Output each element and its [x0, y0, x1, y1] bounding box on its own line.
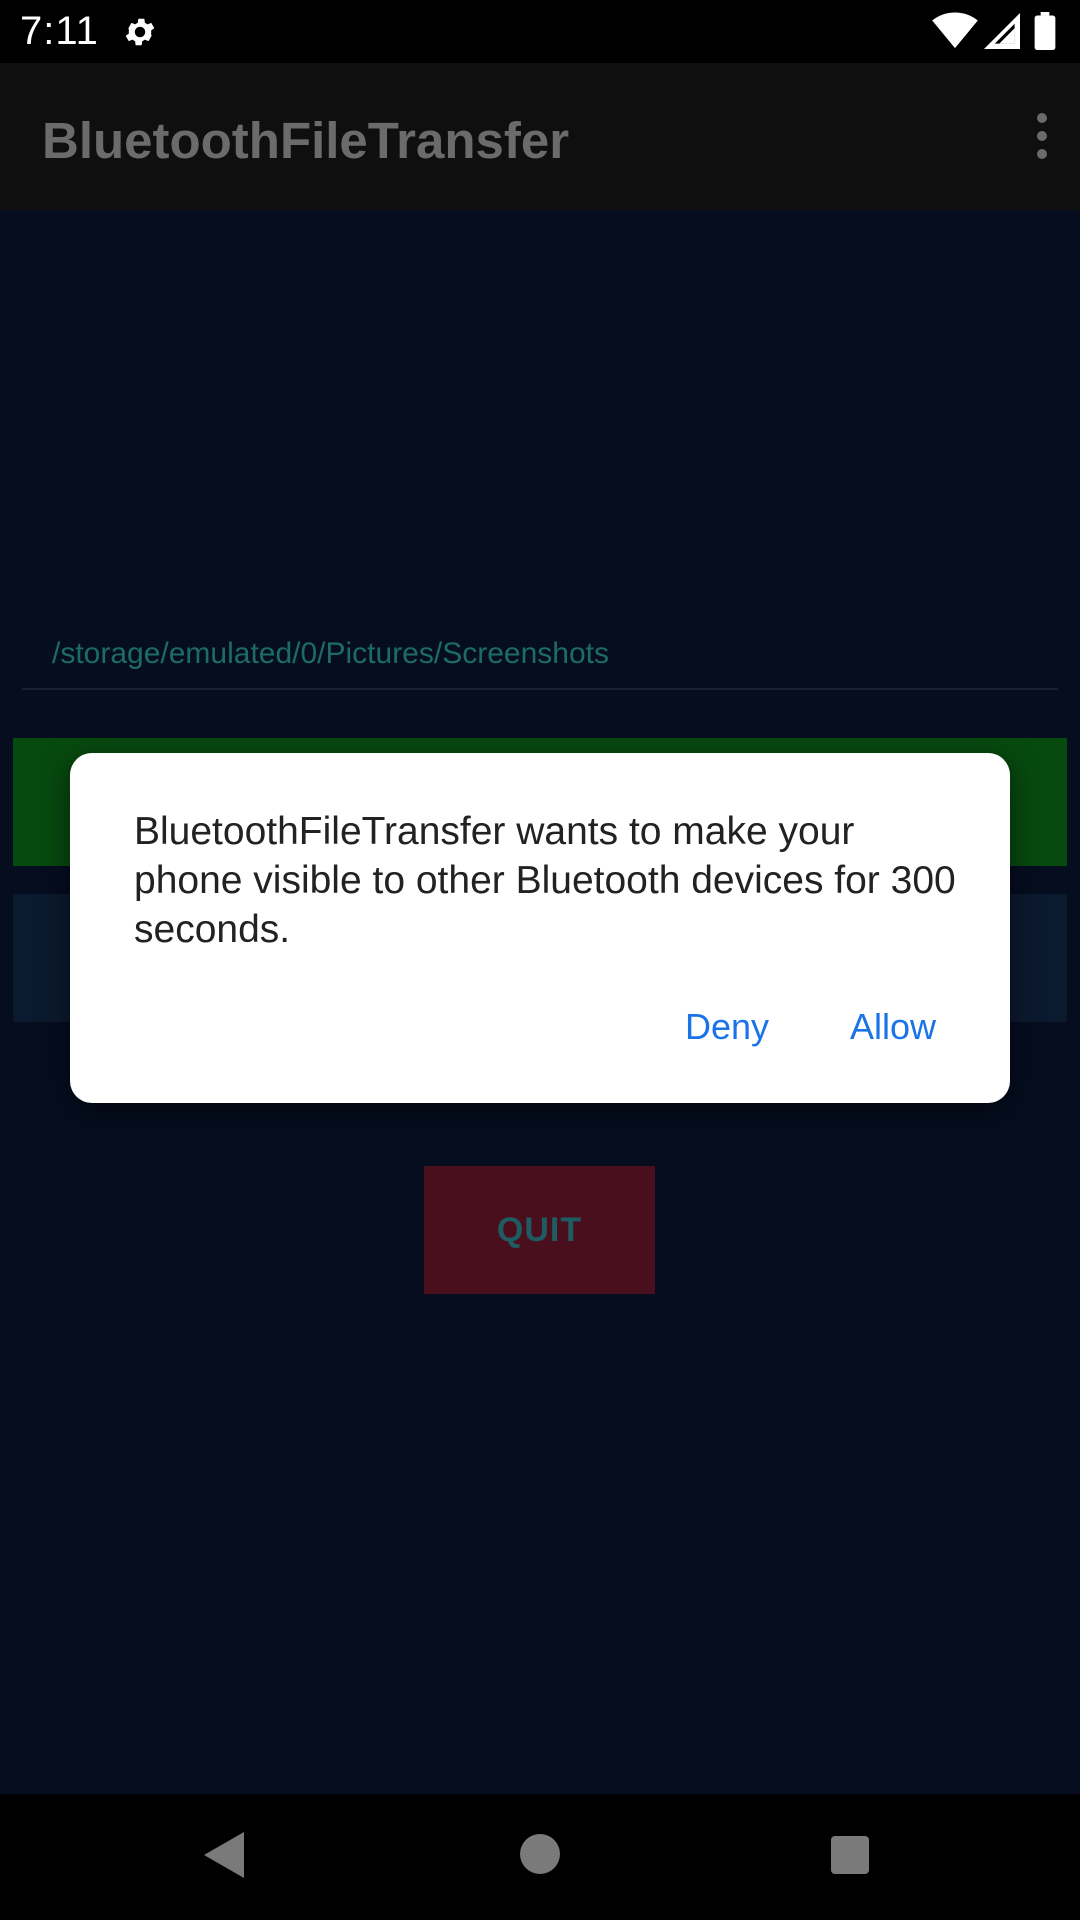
app-bar: BluetoothFileTransfer: [0, 63, 1080, 210]
home-icon[interactable]: [520, 1834, 560, 1874]
allow-button[interactable]: Allow: [850, 1005, 936, 1049]
file-path-field[interactable]: /storage/emulated/0/Pictures/Screenshots: [22, 622, 1058, 690]
quit-button[interactable]: QUIT: [424, 1166, 655, 1294]
app-title: BluetoothFileTransfer: [42, 112, 570, 169]
overflow-menu-icon[interactable]: [1030, 113, 1054, 159]
battery-icon: [1034, 12, 1056, 50]
status-bar: 7:11: [0, 0, 1080, 63]
deny-button[interactable]: Deny: [685, 1005, 769, 1049]
wifi-icon: [932, 12, 978, 49]
status-time: 7:11: [20, 9, 99, 53]
bluetooth-visibility-dialog: BluetoothFileTransfer wants to make your…: [70, 753, 1010, 1103]
settings-gear-icon: [125, 18, 155, 46]
dialog-message: BluetoothFileTransfer wants to make your…: [134, 810, 956, 951]
cell-signal-icon: [984, 13, 1020, 49]
file-path-text: /storage/emulated/0/Pictures/Screenshots: [52, 637, 609, 670]
navigation-bar: [0, 1794, 1080, 1920]
status-icons: [932, 12, 1062, 52]
recents-icon[interactable]: [831, 1836, 869, 1874]
back-icon[interactable]: [204, 1832, 244, 1878]
